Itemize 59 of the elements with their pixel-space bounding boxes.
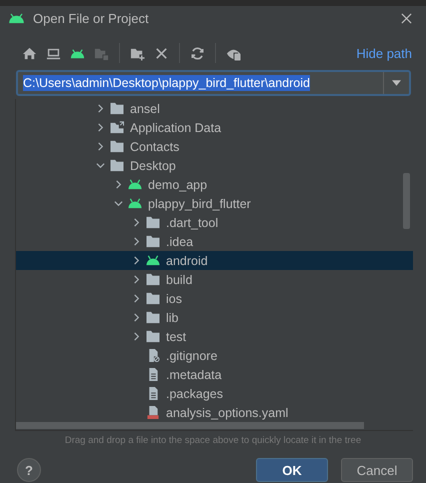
chevron-right-icon[interactable] (114, 180, 122, 189)
chevron-right-icon[interactable] (132, 332, 140, 341)
tree-item[interactable]: .gitignore (16, 346, 413, 365)
delete-icon[interactable] (154, 46, 169, 60)
android-icon (127, 197, 143, 210)
chevron-right-icon[interactable] (132, 313, 140, 322)
chevron-down-icon[interactable] (96, 161, 104, 170)
hide-path-link[interactable]: Hide path (356, 46, 412, 60)
horizontal-scrollbar[interactable] (16, 422, 364, 429)
home-icon[interactable] (22, 46, 37, 60)
tree-item[interactable]: .metadata (16, 365, 413, 384)
tree-item[interactable]: plappy_bird_flutter (16, 194, 413, 213)
chevron-right-icon[interactable] (132, 275, 140, 284)
tree-item[interactable]: android (16, 251, 413, 270)
folder-icon (145, 311, 161, 324)
tree-item[interactable]: .idea (16, 232, 413, 251)
chevron-right-icon[interactable] (132, 218, 140, 227)
vertical-scrollbar[interactable] (403, 173, 410, 229)
tree-item[interactable]: ansel (16, 99, 413, 118)
window-title: Open File or Project (33, 10, 150, 26)
folder-icon (145, 273, 161, 286)
cancel-button[interactable]: Cancel (341, 458, 413, 482)
folder-icon (109, 102, 125, 115)
chevron-down-icon[interactable] (114, 199, 122, 208)
tree-item[interactable]: test (16, 327, 413, 346)
tree-item[interactable]: analysis_options.yaml (16, 403, 413, 422)
chevron-right-icon[interactable] (132, 237, 140, 246)
tree-item[interactable]: Contacts (16, 137, 413, 156)
hint-text: Drag and drop a file into the space above to quickly locate it in the tree (64, 435, 362, 446)
tree-item[interactable]: build (16, 270, 413, 289)
android-icon (127, 178, 143, 191)
android-icon (145, 254, 161, 267)
tree-item[interactable]: .packages (16, 384, 413, 403)
folder-icon (145, 292, 161, 305)
tree-item[interactable]: lib (16, 308, 413, 327)
chevron-right-icon[interactable] (96, 142, 104, 151)
help-button[interactable]: ? (17, 458, 41, 482)
tree-item[interactable]: .dart_tool (16, 213, 413, 232)
dropdown-icon[interactable] (392, 80, 401, 86)
android-icon (8, 12, 25, 24)
folder-icon (145, 216, 161, 229)
tree-item[interactable]: ios (16, 289, 413, 308)
folder-icon (145, 235, 161, 248)
path-field[interactable]: C:\Users\admin\Desktop\plappy_bird_flutter\android (16, 70, 411, 96)
yaml-file-icon (145, 406, 161, 419)
ok-button[interactable]: OK (256, 458, 328, 482)
folder-icon (109, 159, 125, 172)
refresh-icon[interactable] (190, 46, 205, 60)
chevron-right-icon[interactable] (96, 104, 104, 113)
tree-item[interactable]: Application Data (16, 118, 413, 137)
chevron-right-icon[interactable] (132, 294, 140, 303)
folder-shortcut-icon (109, 121, 125, 134)
chevron-right-icon[interactable] (96, 123, 104, 132)
folder-icon (145, 330, 161, 343)
folder-icon (109, 140, 125, 153)
close-icon[interactable] (401, 12, 412, 24)
tree-item[interactable]: demo_app (16, 175, 413, 194)
chevron-right-icon[interactable] (132, 256, 140, 265)
tree-item[interactable]: Desktop (16, 156, 413, 175)
